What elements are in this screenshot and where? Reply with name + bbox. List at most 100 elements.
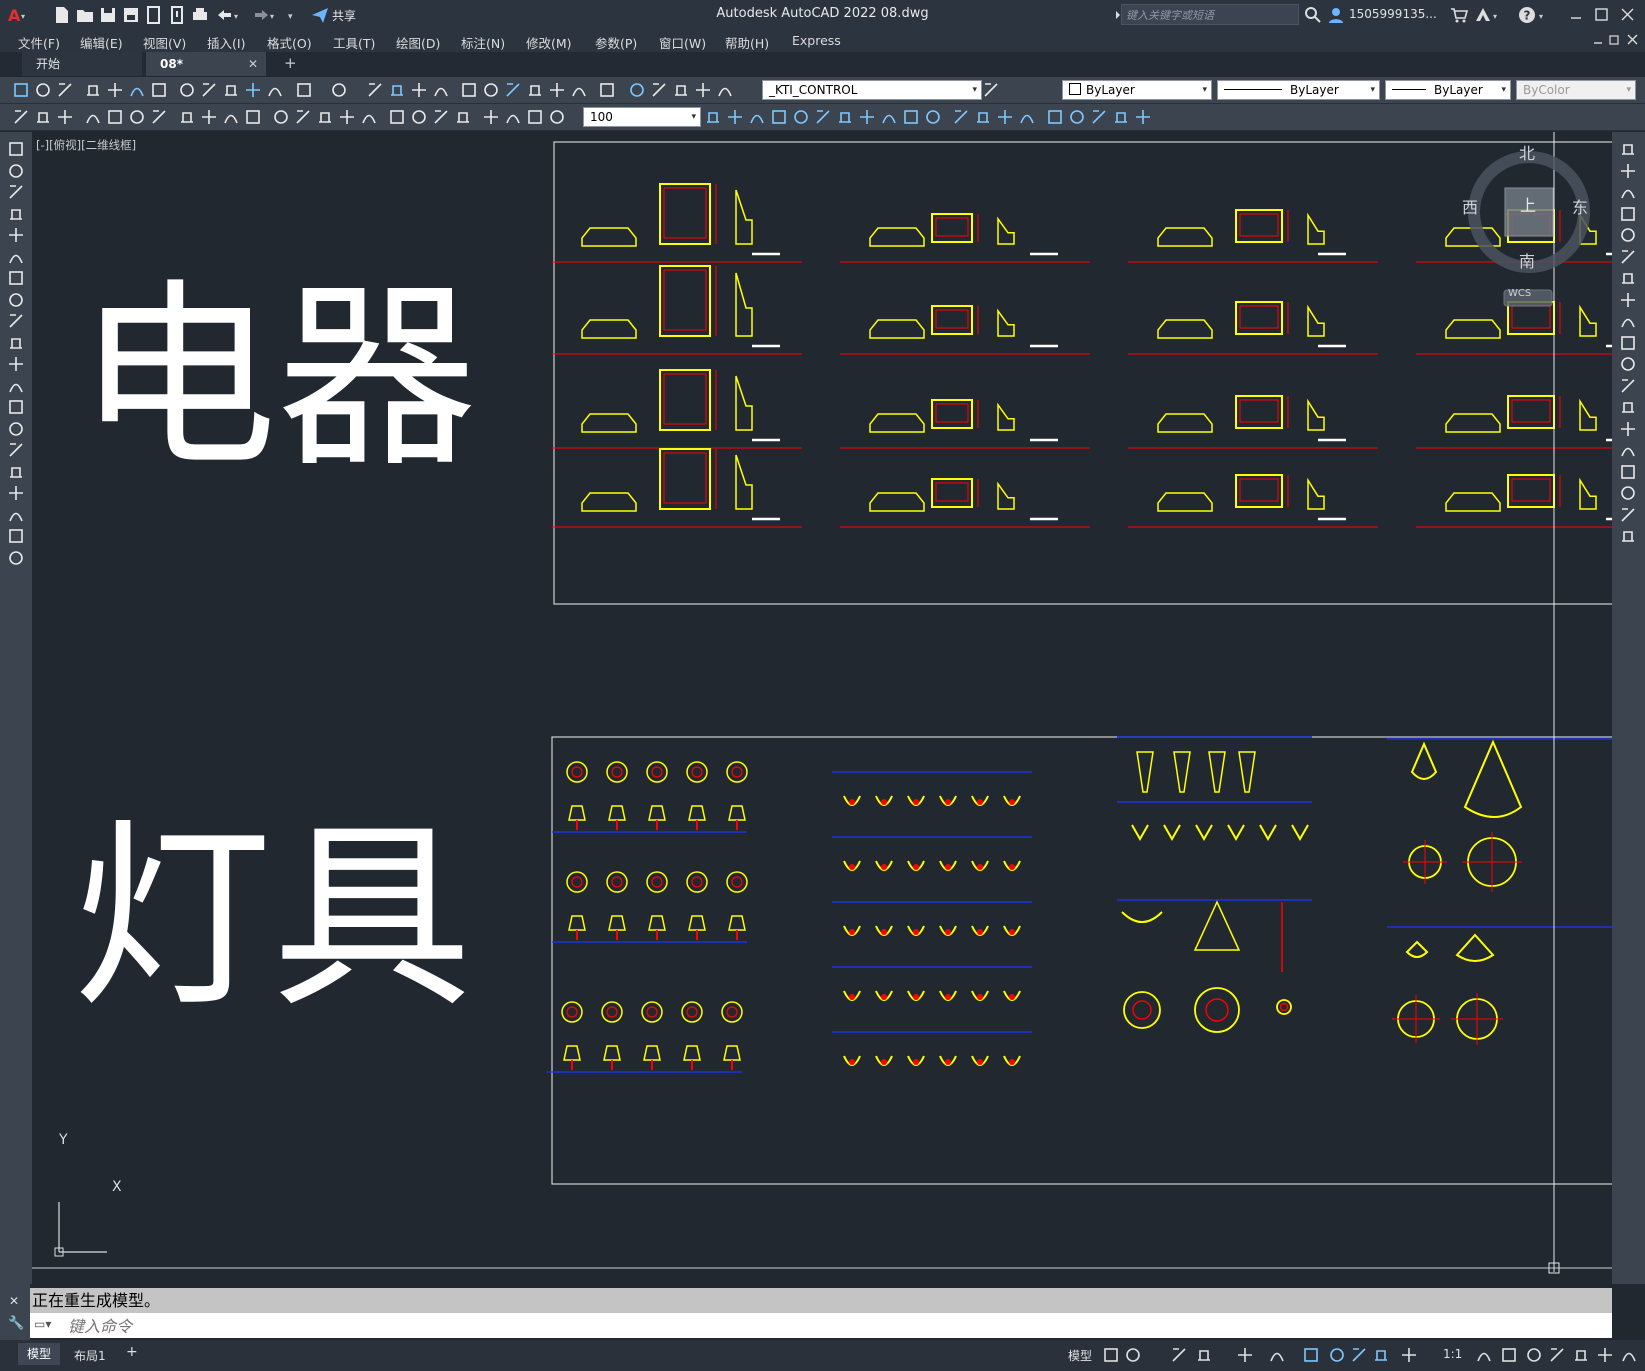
modify-tool-icon[interactable] xyxy=(1619,226,1637,244)
command-input[interactable] xyxy=(66,1313,1590,1340)
wcs-menu[interactable]: WCS xyxy=(1508,288,1531,299)
status-toggle-icon[interactable] xyxy=(1572,1346,1590,1364)
toolbar2-tool-icon[interactable] xyxy=(178,108,196,126)
status-model-space[interactable]: 模型 xyxy=(1068,1347,1092,1364)
draw-tool-icon[interactable] xyxy=(7,355,25,373)
modify-tool-icon[interactable] xyxy=(1619,463,1637,481)
open-file-icon[interactable] xyxy=(75,5,95,25)
modify-tool-icon[interactable] xyxy=(1619,140,1637,158)
draw-tool-icon[interactable] xyxy=(7,226,25,244)
toolbar2-tool-icon[interactable] xyxy=(504,108,522,126)
menu-modify[interactable]: 修改(M) xyxy=(526,33,572,52)
autodesk-app-icon[interactable]: ▾ xyxy=(1473,5,1503,25)
toolbar1-tool-icon[interactable] xyxy=(598,81,616,99)
toolbar2-tool-icon[interactable] xyxy=(360,108,378,126)
toolbar1-tool-icon[interactable] xyxy=(460,81,478,99)
toolbar1-tool-icon[interactable] xyxy=(482,81,500,99)
menu-file[interactable]: 文件(F) xyxy=(18,33,60,52)
menu-tools[interactable]: 工具(T) xyxy=(333,33,375,52)
modify-tool-icon[interactable] xyxy=(1619,183,1637,201)
toolbar2-tool-icon[interactable] xyxy=(858,108,876,126)
draw-tool-icon[interactable] xyxy=(7,441,25,459)
plotstyle-dropdown[interactable]: ByColor ▾ xyxy=(1516,80,1636,100)
toolbar2-tool-icon[interactable] xyxy=(880,108,898,126)
new-file-icon[interactable] xyxy=(52,5,72,25)
toolbar2-tool-icon[interactable] xyxy=(1134,108,1152,126)
toolbar2-tool-icon[interactable] xyxy=(526,108,544,126)
modify-tool-icon[interactable] xyxy=(1619,398,1637,416)
toolbar1-tool-icon[interactable] xyxy=(504,81,522,99)
drawing-canvas[interactable]: 北 南 东 西 上 WCS 电器 灯具 Y X xyxy=(32,132,1612,1284)
draw-tool-icon[interactable] xyxy=(7,162,25,180)
status-toggle-icon[interactable] xyxy=(1500,1346,1518,1364)
menu-view[interactable]: 视图(V) xyxy=(143,33,186,52)
toolbar2-tool-icon[interactable] xyxy=(836,108,854,126)
lineweight-dropdown[interactable]: ByLayer ▾ xyxy=(1385,80,1511,100)
toolbar2-tool-icon[interactable] xyxy=(454,108,472,126)
status-toggle-icon[interactable] xyxy=(1170,1346,1188,1364)
toolbar1-tool-icon[interactable] xyxy=(222,81,240,99)
viewport-controls-label[interactable]: [-][俯视][二维线框] xyxy=(36,137,136,153)
toolbar1-tool-icon[interactable] xyxy=(200,81,218,99)
layout-tab-model[interactable]: 模型 xyxy=(18,1343,60,1365)
modify-tool-icon[interactable] xyxy=(1619,248,1637,266)
toolbar2-tool-icon[interactable] xyxy=(1068,108,1086,126)
toolbar1-tool-icon[interactable] xyxy=(84,81,102,99)
tab-close-icon[interactable]: ✕ xyxy=(248,52,258,76)
toolbar2-tool-icon[interactable] xyxy=(1018,108,1036,126)
toolbar1-tool-icon[interactable] xyxy=(526,81,544,99)
color-dropdown[interactable]: ByLayer ▾ xyxy=(1062,80,1212,100)
menu-window[interactable]: 窗口(W) xyxy=(659,33,706,52)
status-toggle-icon[interactable] xyxy=(1302,1346,1320,1364)
status-toggle-icon[interactable] xyxy=(1195,1346,1213,1364)
toolbar1-tool-icon[interactable] xyxy=(56,81,74,99)
modify-tool-icon[interactable] xyxy=(1619,334,1637,352)
save-icon[interactable] xyxy=(98,5,118,25)
status-toggle-icon[interactable] xyxy=(1372,1346,1390,1364)
toolbar2-tool-icon[interactable] xyxy=(410,108,428,126)
annotation-scale[interactable]: 1:1 xyxy=(1443,1347,1462,1361)
modify-tool-icon[interactable] xyxy=(1619,312,1637,330)
toolbar2-tool-icon[interactable] xyxy=(726,108,744,126)
draw-tool-icon[interactable] xyxy=(7,248,25,266)
menu-insert[interactable]: 插入(I) xyxy=(207,33,245,52)
tab-start[interactable]: 开始 xyxy=(22,52,142,76)
status-toggle-icon[interactable] xyxy=(1350,1346,1368,1364)
draw-tool-icon[interactable] xyxy=(7,269,25,287)
toolbar1-tool-icon[interactable] xyxy=(330,81,348,99)
layout-tab-add[interactable]: + xyxy=(126,1344,138,1360)
draw-tool-icon[interactable] xyxy=(7,205,25,223)
new-tab-button[interactable]: + xyxy=(284,54,297,72)
modify-tool-icon[interactable] xyxy=(1619,527,1637,545)
maximize-icon[interactable] xyxy=(1592,5,1612,25)
doc-window-controls[interactable] xyxy=(1590,31,1642,49)
status-toggle-icon[interactable] xyxy=(1475,1346,1493,1364)
toolbar2-tool-icon[interactable] xyxy=(338,108,356,126)
toolbar1-tool-icon[interactable] xyxy=(178,81,196,99)
customize-qa-icon[interactable]: ▾ xyxy=(286,5,300,25)
draw-tool-icon[interactable] xyxy=(7,334,25,352)
command-settings-icon[interactable]: 🔧 xyxy=(8,1316,24,1331)
draw-tool-icon[interactable] xyxy=(7,484,25,502)
toolbar2-tool-icon[interactable] xyxy=(432,108,450,126)
status-toggle-icon[interactable] xyxy=(1620,1346,1638,1364)
command-line[interactable]: ▭▾ xyxy=(30,1313,1612,1340)
modify-tool-icon[interactable] xyxy=(1619,355,1637,373)
share-drawing-icon[interactable] xyxy=(167,5,187,25)
command-handle[interactable]: ✕ 🔧 xyxy=(0,1284,30,1340)
toolbar1-tool-icon[interactable] xyxy=(150,81,168,99)
toolbar2-tool-icon[interactable] xyxy=(222,108,240,126)
toolbar2-tool-icon[interactable] xyxy=(84,108,102,126)
toolbar2-tool-icon[interactable] xyxy=(792,108,810,126)
toolbar1-tool-icon[interactable] xyxy=(628,81,646,99)
toolbar2-tool-icon[interactable] xyxy=(814,108,832,126)
status-toggle-icon[interactable] xyxy=(1596,1346,1614,1364)
draw-tool-icon[interactable] xyxy=(7,527,25,545)
toolbar2-tool-icon[interactable] xyxy=(902,108,920,126)
toolbar1-tool-icon[interactable] xyxy=(982,81,1000,99)
modify-tool-icon[interactable] xyxy=(1619,269,1637,287)
toolbar1-tool-icon[interactable] xyxy=(650,81,668,99)
search-input[interactable]: 键入关键字或短语 xyxy=(1121,4,1299,25)
draw-tool-icon[interactable] xyxy=(7,377,25,395)
app-menu-icon[interactable]: A ▾ xyxy=(6,5,26,25)
